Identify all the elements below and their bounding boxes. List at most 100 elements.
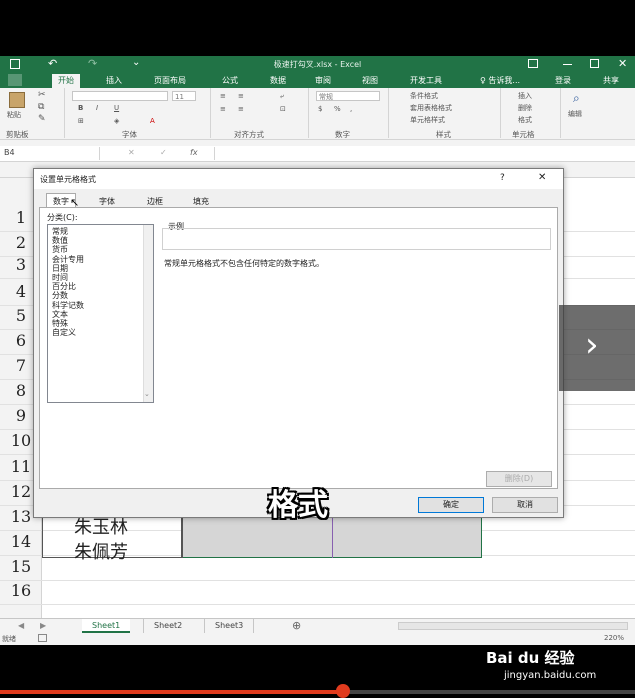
category-item[interactable]: 常规 [52,227,68,236]
font-size-box[interactable]: 11 [172,91,196,101]
cell-styles-button[interactable]: 单元格样式 [410,115,445,125]
font-name-box[interactable] [72,91,168,101]
share-button[interactable]: 共享 [603,75,619,86]
category-item[interactable]: 百分比 [52,282,76,291]
align-middle-icon[interactable]: ≡ [238,92,244,100]
conditional-format-button[interactable]: 条件格式 [410,91,438,101]
wrap-text-icon[interactable]: ⤶ [280,92,284,101]
category-item[interactable]: 时间 [52,273,68,282]
maximize-icon[interactable] [590,59,599,68]
tab-developer[interactable]: 开发工具 [410,75,442,86]
cut-icon[interactable]: ✂ [38,90,46,100]
tab-file[interactable] [8,74,22,86]
format-as-table-button[interactable]: 套用表格格式 [410,103,452,113]
macro-record-icon[interactable] [38,634,47,642]
row-gridline [0,580,635,581]
sheet-nav-prev-icon[interactable]: ◀ [18,621,24,630]
align-top-icon[interactable]: ≡ [220,92,226,100]
format-cells-dialog: 设置单元格格式 ? ✕ 数字 字体 边框 填充 ↖ 分类(C): 常规 数值 货币会… [33,168,564,518]
align-left-icon[interactable]: ≡ [220,105,226,113]
merge-center-icon[interactable]: ⊡ [280,105,286,113]
video-caption: 格式 [268,488,328,523]
dialog-close-icon[interactable]: ✕ [538,172,546,183]
group-divider [308,88,309,138]
dialog-tab-fill[interactable]: 填充 [186,193,216,207]
category-item[interactable]: 科学记数 [52,301,84,310]
italic-icon[interactable]: I [96,104,98,112]
delete-cells-button[interactable]: 删除 [518,103,532,113]
video-progress-handle[interactable] [335,684,350,698]
delete-format-button[interactable]: 删除(D) [486,471,552,487]
category-item[interactable]: 数值 [52,236,68,245]
row-header-14[interactable]: 14 [0,532,42,551]
help-icon[interactable]: ? [500,173,505,183]
ribbon-tabs: 开始 插入 页面布局 公式 数据 审阅 视图 开发工具 ♀ 告诉我... 登录 … [0,74,635,88]
paste-icon [9,92,25,108]
align-center-icon[interactable]: ≡ [238,105,244,113]
insert-cells-button[interactable]: 插入 [518,91,532,101]
number-format-dropdown[interactable]: 常规 [316,91,380,101]
editing-button[interactable]: ⌕ 编辑 [566,91,596,125]
sheet-nav-next-icon[interactable]: ▶ [40,621,46,630]
tell-me-search[interactable]: ♀ 告诉我... [480,75,520,86]
cancel-button[interactable]: 取消 [492,497,558,513]
close-window-icon[interactable]: ✕ [618,57,627,70]
group-font: 字体 [122,130,137,139]
cell-a14[interactable]: 朱佩芳 [74,538,128,564]
border-icon[interactable]: ⊞ [78,117,84,125]
scroll-down-icon[interactable]: ⌄ [144,390,150,398]
format-description: 常规单元格格式不包含任何特定的数字格式。 [164,259,324,268]
tab-data[interactable]: 数据 [270,75,286,86]
tab-review[interactable]: 审阅 [315,75,331,86]
category-list[interactable]: 常规 数值 货币 会计专用 日期 时间 百分比 分数 科学记数 文本 特殊 自定义 ⌄ [47,224,154,403]
tab-insert[interactable]: 插入 [106,75,122,86]
comma-icon[interactable]: , [350,105,352,113]
bold-icon[interactable]: B [78,104,83,112]
name-box[interactable]: B4 [0,147,100,160]
fill-color-icon[interactable]: ◈ [114,117,119,125]
formula-bar: B4 ✕ ✓ fx [0,146,635,162]
category-item[interactable]: 分数 [52,291,68,300]
confirm-entry-icon[interactable]: ✓ [160,148,167,157]
ribbon-display-icon[interactable] [528,59,538,68]
tab-formulas[interactable]: 公式 [222,75,238,86]
sheet-tab-3[interactable]: Sheet3 [204,619,255,633]
category-item[interactable]: 文本 [52,310,68,319]
minimize-icon[interactable] [563,64,572,65]
horizontal-scrollbar[interactable] [398,622,628,630]
row-header-15[interactable]: 15 [0,557,42,576]
insert-function-icon[interactable]: fx [190,148,198,157]
sheet-tab-1[interactable]: Sheet1 [82,619,131,633]
font-color-icon[interactable]: A [150,117,155,125]
percent-icon[interactable]: % [334,105,341,113]
category-item[interactable]: 会计专用 [52,255,84,264]
format-cells-button[interactable]: 格式 [518,115,532,125]
sheet-tab-2[interactable]: Sheet2 [143,619,192,633]
dialog-tab-border[interactable]: 边框 [140,193,170,207]
editing-label: 编辑 [568,110,582,118]
row-header-16[interactable]: 16 [0,581,42,600]
baidu-jingyan-logo: Bai du 经验 [486,649,575,667]
tab-page-layout[interactable]: 页面布局 [154,75,186,86]
sign-in-link[interactable]: 登录 [555,75,571,86]
format-painter-icon[interactable]: ✎ [38,114,46,124]
copy-icon[interactable]: ⧉ [38,102,44,112]
category-item[interactable]: 日期 [52,264,68,273]
add-sheet-icon[interactable]: ⊕ [292,619,301,632]
paste-button[interactable]: 粘贴 [6,92,28,119]
currency-icon[interactable]: $ [318,105,322,113]
next-slide-button[interactable]: › [559,305,635,391]
ok-button[interactable]: 确定 [418,497,484,513]
dialog-tab-font[interactable]: 字体 [92,193,122,207]
category-item[interactable]: 特殊 [52,319,68,328]
tab-view[interactable]: 视图 [362,75,378,86]
category-scrollbar[interactable] [143,225,153,402]
tab-home[interactable]: 开始 [52,74,80,88]
dialog-tab-panel: 分类(C): 常规 数值 货币 会计专用 日期 时间 百分比 分数 科学记数 文本 特殊 自定义 ⌄ … [39,207,558,489]
category-item[interactable]: 自定义 [52,328,76,337]
zoom-value[interactable]: 220% [604,634,624,642]
category-item[interactable]: 货币 [52,245,68,254]
cancel-entry-icon[interactable]: ✕ [128,148,135,157]
formula-input[interactable] [214,147,634,160]
underline-icon[interactable]: U [114,104,119,112]
